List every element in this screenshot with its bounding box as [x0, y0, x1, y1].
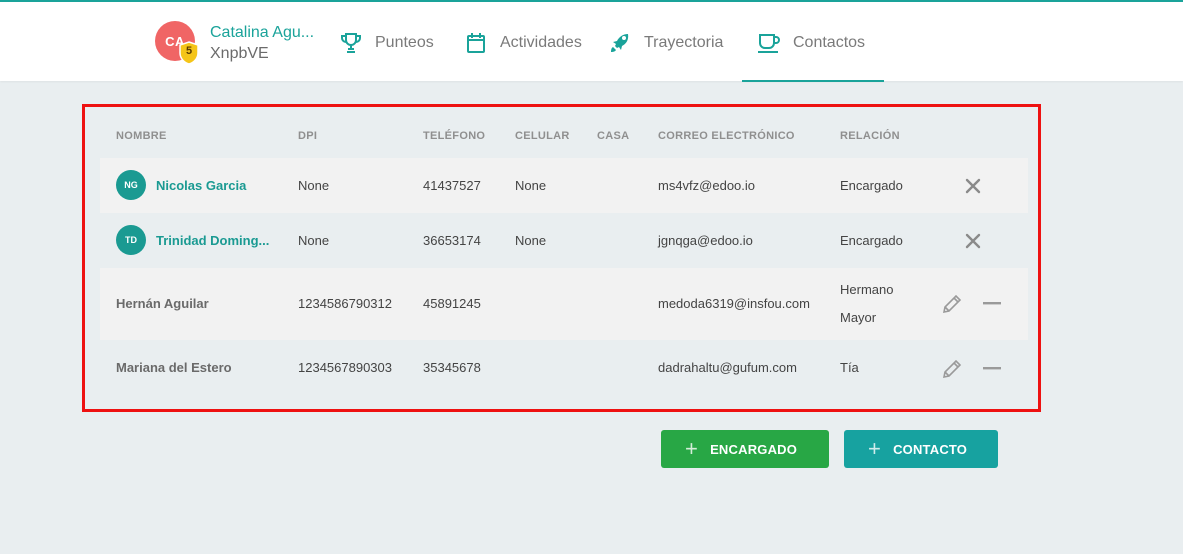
contact-name: Hernán Aguilar — [116, 296, 209, 311]
student-name: Catalina Agu... — [210, 24, 315, 41]
trophy-icon — [338, 30, 364, 56]
add-contacto-button[interactable]: + CONTACTO — [844, 430, 998, 468]
pencil-icon[interactable] — [940, 357, 964, 381]
cell-dpi: None — [298, 233, 330, 248]
cell-relacion-line2: Mayor — [840, 310, 877, 325]
tab-label: Punteos — [375, 33, 434, 51]
calendar-icon — [463, 30, 489, 56]
cell-celular: None — [515, 233, 547, 248]
header-casa: CASA — [597, 130, 630, 142]
pencil-icon[interactable] — [940, 292, 964, 316]
contact-name: Mariana del Estero — [116, 360, 232, 375]
header-nombre: NOMBRE — [116, 130, 167, 142]
cell-telefono: 41437527 — [423, 178, 481, 193]
contact-avatar: TD — [116, 225, 146, 255]
minus-icon[interactable] — [980, 292, 1004, 316]
rocket-icon — [607, 30, 633, 56]
tab-punteos[interactable]: Punteos — [338, 2, 434, 83]
close-icon[interactable] — [961, 229, 985, 253]
add-encargado-button[interactable]: + ENCARGADO — [661, 430, 829, 468]
tab-label: Contactos — [793, 33, 866, 51]
tab-label: Actividades — [500, 33, 582, 51]
table-row: Mariana del Estero 1234567890303 3534567… — [100, 340, 1028, 396]
active-tab-indicator — [742, 80, 884, 82]
tab-actividades[interactable]: Actividades — [463, 2, 582, 83]
student-code: XnpbVE — [210, 45, 269, 62]
table-row: TD Trinidad Doming... None 36653174 None… — [100, 213, 1028, 268]
cell-celular: None — [515, 178, 547, 193]
plus-icon: + — [685, 436, 699, 461]
minus-icon[interactable] — [980, 357, 1004, 381]
cell-relacion: Encargado — [840, 233, 903, 248]
student-profile[interactable]: CA 5 Catalina Agu... XnpbVE — [155, 20, 320, 68]
cell-dpi: None — [298, 178, 330, 193]
level-badge-icon: 5 — [179, 41, 199, 65]
cell-relacion: Encargado — [840, 178, 903, 193]
avatar-initials: TD — [125, 235, 137, 245]
header-dpi: DPI — [298, 130, 318, 142]
cell-dpi: 1234567890303 — [298, 360, 392, 375]
contact-name-link[interactable]: Nicolas Garcia — [156, 178, 246, 193]
cell-relacion: Tía — [840, 360, 859, 375]
cell-telefono: 35345678 — [423, 360, 481, 375]
level-number: 5 — [185, 45, 193, 57]
close-icon[interactable] — [961, 174, 985, 198]
cell-dpi: 1234586790312 — [298, 296, 392, 311]
avatar-initials: NG — [124, 180, 138, 190]
tab-contactos[interactable]: Contactos — [742, 2, 884, 83]
contact-avatar: NG — [116, 170, 146, 200]
contact-name-link[interactable]: Trinidad Doming... — [156, 233, 269, 248]
plus-icon: + — [868, 436, 882, 461]
tab-trayectoria[interactable]: Trayectoria — [607, 2, 723, 83]
header-relacion: RELACIÓN — [840, 130, 900, 142]
header-correo: CORREO ELECTRÓNICO — [658, 130, 795, 142]
button-label: ENCARGADO — [710, 441, 798, 457]
cell-relacion: Hermano — [840, 282, 894, 297]
header-celular: CELULAR — [515, 130, 570, 142]
cell-telefono: 36653174 — [423, 233, 481, 248]
cell-correo: ms4vfz@edoo.io — [658, 178, 756, 193]
table-row: NG Nicolas Garcia None 41437527 None ms4… — [100, 158, 1028, 213]
table-row: Hernán Aguilar 1234586790312 45891245 me… — [100, 268, 1028, 340]
header-telefono: TELÉFONO — [423, 130, 486, 142]
button-label: CONTACTO — [893, 441, 968, 457]
top-navigation-bar: CA 5 Catalina Agu... XnpbVE Punteos Acti… — [0, 0, 1183, 83]
cell-correo: dadrahaltu@gufum.com — [658, 360, 797, 375]
tab-label: Trayectoria — [644, 33, 724, 51]
cell-correo: medoda6319@insfou.com — [658, 296, 810, 311]
cell-correo: jgnqga@edoo.io — [658, 233, 753, 248]
cup-icon — [756, 30, 782, 56]
cell-telefono: 45891245 — [423, 296, 481, 311]
contacts-table: NOMBRE DPI TELÉFONO CELULAR CASA CORREO … — [82, 104, 1041, 412]
